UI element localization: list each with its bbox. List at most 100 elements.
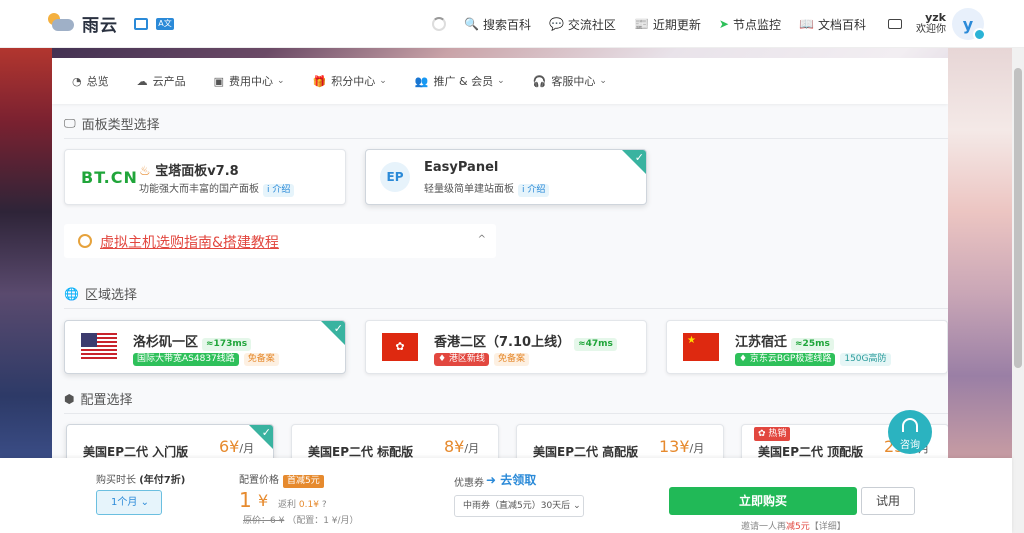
region-card-hk[interactable]: ✿ 香港二区（7.10上线） ≈47ms ♦ 港区新线 免备案 bbox=[365, 320, 647, 374]
loading-spinner-icon bbox=[432, 17, 446, 31]
panel-card-easypanel[interactable]: EP EasyPanel 轻量级简单建站面板 i 介绍 ✓ bbox=[365, 149, 647, 205]
check-icon: ✓ bbox=[261, 426, 271, 439]
easypanel-logo: EP bbox=[380, 162, 410, 192]
chevron-down-icon: ⌄ bbox=[599, 76, 607, 86]
hk-flag-icon: ✿ bbox=[382, 333, 418, 361]
invite-detail-link[interactable]: 【详细】 bbox=[810, 522, 846, 532]
original-price-text: 原价：6 ¥ bbox=[243, 516, 285, 526]
main-panel: ◔ 总览 ☁ 云产品 ▣ 费用中心 ⌄ 🎁 积分中心 ⌄ 👥 推广 & 会员 ⌄ 🎧 客服中心 ⌄ … bbox=[52, 58, 948, 458]
plan-card-advanced[interactable]: 美国EP二代 高配版 13¥/月 bbox=[516, 424, 724, 458]
region-tags: ♦ 京东云BGP极速线路 150G高防 bbox=[735, 353, 896, 366]
subnav-points[interactable]: 🎁 积分中心 ⌄ bbox=[313, 73, 387, 89]
user-info[interactable]: yzk 欢迎你 bbox=[916, 12, 946, 36]
monitor-icon: 🖵 bbox=[64, 116, 76, 130]
help-icon[interactable]: ? bbox=[322, 500, 327, 510]
region-card-la[interactable]: 洛杉矶一区 ≈173ms 国际大带宽AS4837线路 免备案 ✓ bbox=[64, 320, 346, 374]
scrollbar-thumb[interactable] bbox=[1014, 68, 1022, 368]
duration-label: 购买时长 (年付7折) bbox=[96, 471, 185, 486]
price-label: 配置价格 首减5元 bbox=[239, 471, 324, 488]
avatar-letter: y bbox=[962, 14, 974, 34]
plan-price-unit: /月 bbox=[464, 442, 480, 455]
subnav-cloud-products[interactable]: ☁ 云产品 bbox=[137, 73, 186, 89]
background-art-right bbox=[948, 48, 1012, 458]
price-value: 1 bbox=[239, 488, 252, 512]
region-tag: 国际大带宽AS4837线路 bbox=[133, 353, 239, 366]
subnav-overview[interactable]: ◔ 总览 bbox=[72, 73, 109, 89]
guide-icon bbox=[78, 234, 92, 248]
sub-navbar: ◔ 总览 ☁ 云产品 ▣ 费用中心 ⌄ 🎁 积分中心 ⌄ 👥 推广 & 会员 ⌄ 🎧 客服中心 ⌄ bbox=[52, 58, 948, 104]
globe-icon: 🌐 bbox=[64, 286, 79, 301]
nav-updates[interactable]: 📰 近期更新 bbox=[634, 16, 701, 33]
plan-price-value: 6¥ bbox=[219, 437, 240, 456]
nav-community[interactable]: 💬 交流社区 bbox=[549, 16, 616, 33]
config-note: （配置：1 ¥/月） bbox=[287, 516, 359, 526]
plan-price-unit: /月 bbox=[689, 442, 705, 455]
plan-name: 美国EP二代 入门版 bbox=[83, 445, 189, 458]
plan-card-standard[interactable]: 美国EP二代 标配版 8¥/月 bbox=[291, 424, 499, 458]
info-tag[interactable]: i 介绍 bbox=[263, 184, 295, 197]
user-greeting: 欢迎你 bbox=[915, 24, 946, 35]
page-scrollbar[interactable] bbox=[1012, 48, 1024, 533]
price-currency: ¥ bbox=[258, 491, 269, 510]
panel-card-desc-text: 功能强大而丰富的国产面板 bbox=[139, 184, 259, 195]
nav-search[interactable]: 🔍 搜索百科 bbox=[464, 16, 531, 33]
check-icon: ✓ bbox=[333, 322, 343, 335]
background-art-left bbox=[0, 48, 52, 458]
coupon-select[interactable]: 中雨券（直减5元）30天后 ⌄ bbox=[454, 495, 584, 517]
subnav-promotion[interactable]: 👥 推广 & 会员 ⌄ bbox=[415, 73, 505, 89]
latency-tag: ≈47ms bbox=[574, 338, 617, 351]
region-title: 香港二区（7.10上线） ≈47ms bbox=[434, 331, 617, 351]
buy-now-button[interactable]: 立即购买 bbox=[669, 487, 857, 515]
chevron-up-icon[interactable]: ^ bbox=[478, 234, 486, 245]
duration-label-text: 购买时长 bbox=[96, 475, 136, 486]
duration-select[interactable]: 1个月 ⌄ bbox=[96, 490, 162, 515]
subnav-support[interactable]: 🎧 客服中心 ⌄ bbox=[533, 73, 607, 89]
chevron-down-icon: ⌄ bbox=[140, 497, 149, 508]
rebate: 返利 0.1¥ ? bbox=[278, 497, 327, 510]
brand-logo[interactable]: 雨云 A文 bbox=[48, 11, 174, 36]
region-tag: ♦ 京东云BGP极速线路 bbox=[735, 353, 836, 366]
guide-collapse[interactable]: 虚拟主机选购指南&搭建教程 ^ bbox=[64, 224, 496, 258]
section-config: ⬢ 配置选择 bbox=[64, 389, 133, 409]
image-icon[interactable] bbox=[134, 17, 148, 30]
duration-hint: (年付7折) bbox=[139, 475, 186, 486]
panel-card-bt[interactable]: BT.CN ♨ 宝塔面板v7.8 功能强大而丰富的国产面板 i 介绍 bbox=[64, 149, 346, 205]
order-bar: 购买时长 (年付7折) 1个月 ⌄ 配置价格 首减5元 1 ¥ 返利 0.1¥ ?… bbox=[0, 458, 1012, 533]
headset-icon: 🎧 bbox=[532, 74, 547, 88]
region-title: 洛杉矶一区 ≈173ms bbox=[133, 331, 252, 351]
nav-docs[interactable]: 📖 文档百科 bbox=[799, 16, 866, 33]
dashboard-icon: ◔ bbox=[72, 74, 82, 88]
avatar[interactable]: y bbox=[951, 8, 986, 41]
rebate-value: 0.1¥ bbox=[298, 500, 319, 510]
section-region: 🌐 区域选择 bbox=[64, 284, 137, 304]
trial-button[interactable]: 试用 bbox=[861, 487, 915, 515]
info-tag[interactable]: i 介绍 bbox=[518, 184, 550, 197]
coupon-get-link[interactable]: ➜ 去领取 bbox=[486, 471, 536, 488]
flame-icon: ♨ bbox=[139, 164, 151, 179]
region-tag: ♦ 港区新线 bbox=[434, 353, 489, 366]
us-flag-icon bbox=[81, 333, 117, 361]
plan-price-value: 13¥ bbox=[659, 437, 690, 456]
panel-card-desc: 轻量级简单建站面板 i 介绍 bbox=[424, 180, 550, 197]
subnav-billing-label: 费用中心 bbox=[229, 75, 274, 88]
search-icon: 🔍 bbox=[464, 17, 479, 31]
mail-icon[interactable] bbox=[887, 19, 902, 29]
region-tags: 国际大带宽AS4837线路 免备案 bbox=[133, 353, 284, 366]
region-card-suqian[interactable]: ★ 江苏宿迁 ≈25ms ♦ 京东云BGP极速线路 150G高防 bbox=[666, 320, 948, 374]
region-tags: ♦ 港区新线 免备案 bbox=[434, 353, 534, 366]
nav-node-monitor[interactable]: ➤ 节点监控 bbox=[719, 16, 781, 33]
users-icon: 👥 bbox=[414, 74, 429, 88]
translate-icon[interactable]: A文 bbox=[156, 17, 174, 30]
latency-tag: ≈173ms bbox=[202, 338, 252, 351]
plan-card-entry[interactable]: 美国EP二代 入门版 6¥/月 ✓ bbox=[66, 424, 274, 458]
section-region-label: 区域选择 bbox=[84, 288, 137, 303]
plan-name: 美国EP二代 顶配版 bbox=[758, 445, 864, 458]
subnav-billing[interactable]: ▣ 费用中心 ⌄ bbox=[214, 73, 285, 89]
consult-button[interactable]: 咨询 bbox=[888, 410, 932, 454]
region-title: 江苏宿迁 ≈25ms bbox=[735, 331, 834, 351]
cloud-sun-logo-icon bbox=[48, 12, 78, 35]
guide-link[interactable]: 虚拟主机选购指南&搭建教程 bbox=[100, 232, 279, 252]
divider bbox=[64, 308, 948, 309]
region-tag: 免备案 bbox=[243, 353, 279, 366]
plan-price: 13¥/月 bbox=[659, 437, 704, 456]
